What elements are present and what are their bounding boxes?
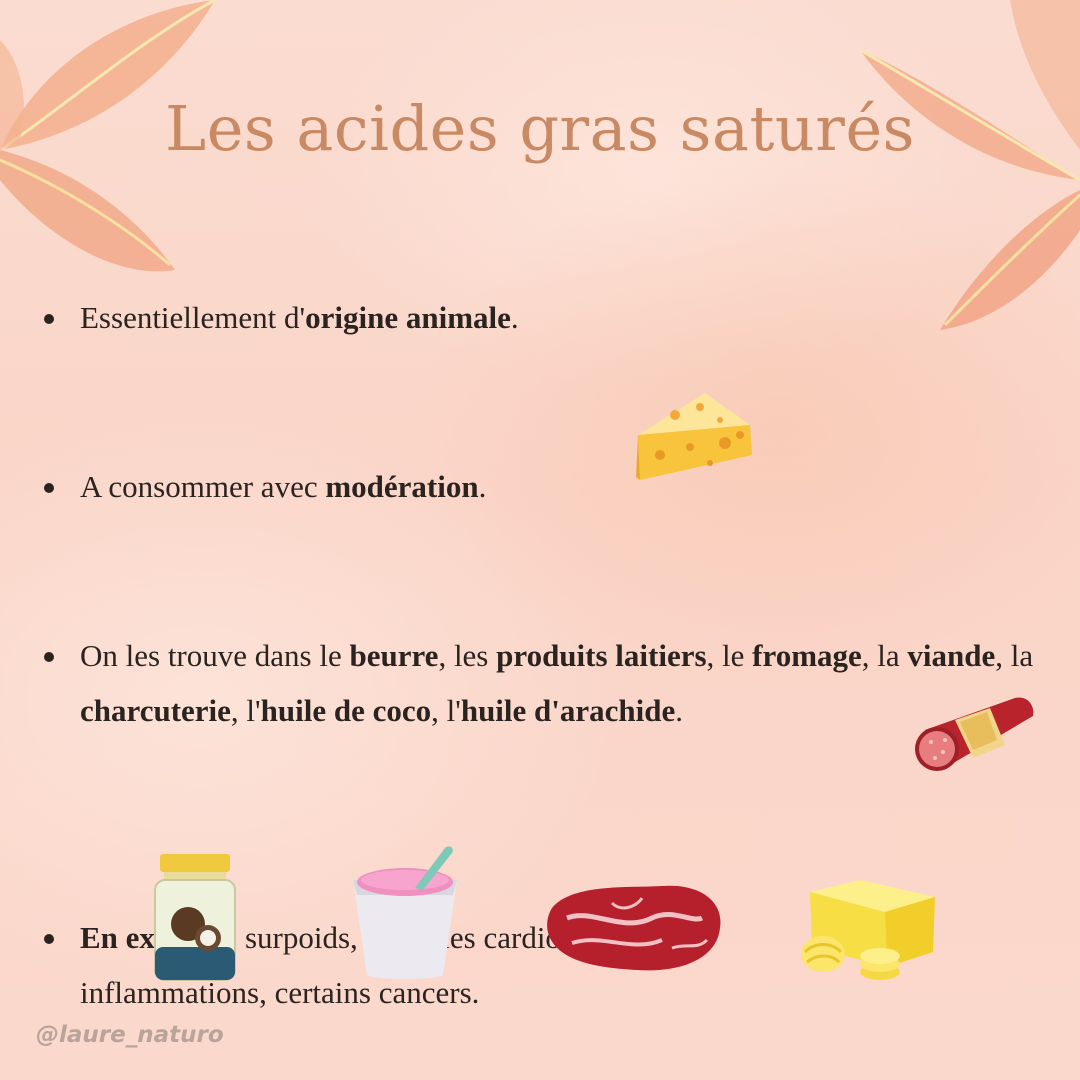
bullet-text: Essentiellement d'	[80, 300, 306, 335]
steak-icon	[547, 885, 721, 971]
bullet-dot	[44, 652, 54, 662]
page-title: Les acides gras saturés	[165, 92, 915, 165]
leaf-decoration-top-right	[859, 0, 1080, 330]
bullet-text: .	[510, 300, 519, 335]
author-handle: @laure_naturo	[36, 1022, 224, 1048]
bullet-dot	[44, 934, 54, 944]
bullet-list: Essentiellement d'origine animale. A con…	[44, 290, 1074, 1010]
bullet-text: On les trouve dans le	[80, 638, 350, 673]
bullet-emphasis: modération	[325, 469, 479, 504]
bullet-emphasis: origine animale	[305, 300, 511, 335]
bullet-text: , le	[706, 638, 753, 673]
butter-icon	[801, 880, 935, 980]
bullet-dot	[44, 314, 54, 324]
bullet-item: Essentiellement d'origine animale.	[44, 290, 1074, 345]
bullet-text: , la	[861, 638, 908, 673]
yogurt-icon	[353, 846, 457, 979]
bullet-text: .	[675, 693, 684, 728]
bullet-text: , les	[438, 638, 497, 673]
bullet-emphasis: huile de coco	[260, 693, 432, 728]
bullet-item: A consommer avec modération.	[44, 459, 1074, 514]
bullet-emphasis: huile d'arachide	[460, 693, 676, 728]
sausage-icon	[915, 697, 1034, 771]
bullet-text: , l'	[230, 693, 261, 728]
cheese-icon	[636, 393, 752, 480]
coconut-oil-jar-icon	[154, 854, 236, 981]
bullet-emphasis: viande	[907, 638, 996, 673]
bullet-emphasis: charcuterie	[80, 693, 231, 728]
bullet-text: , la	[995, 638, 1034, 673]
bullet-text: .	[478, 469, 487, 504]
bullet-text: A consommer avec	[80, 469, 326, 504]
bullet-emphasis: fromage	[752, 638, 862, 673]
bullet-text: , l'	[431, 693, 461, 728]
bullet-dot	[44, 483, 54, 493]
bullet-emphasis: beurre	[349, 638, 439, 673]
bullet-emphasis: produits laitiers	[496, 638, 707, 673]
